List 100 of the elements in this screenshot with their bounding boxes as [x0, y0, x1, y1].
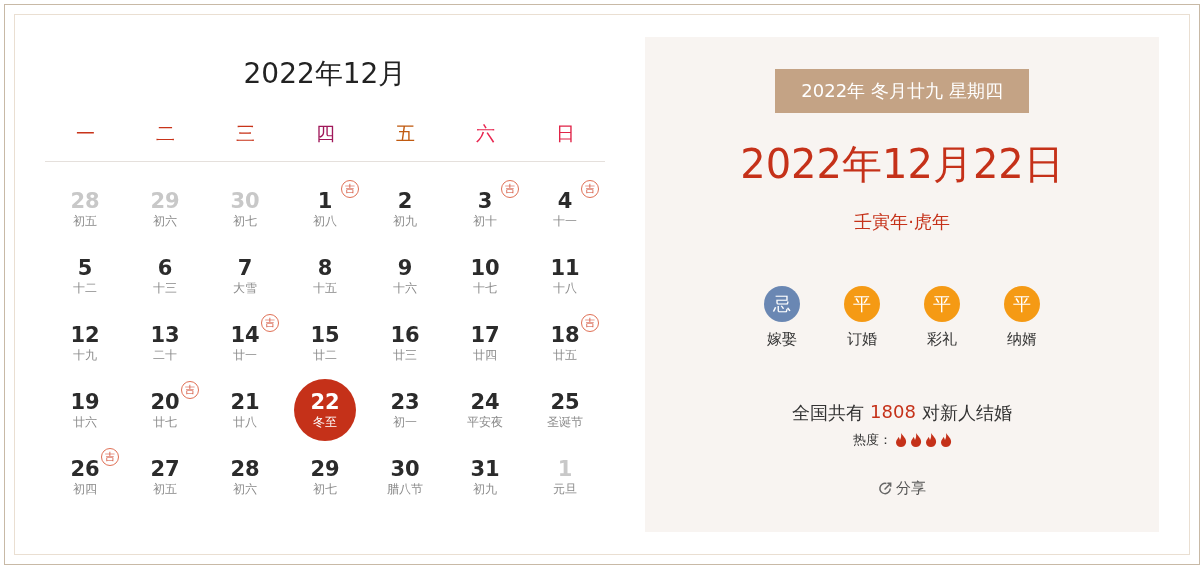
lunar-date: 十三: [153, 280, 177, 296]
ganzhi-year: 壬寅年·虎年: [854, 210, 950, 234]
lunar-date: 廿四: [473, 347, 497, 363]
day-cell[interactable]: 25 圣诞节: [525, 379, 605, 446]
lunar-date: 冬至: [313, 414, 337, 430]
day-number: 14: [230, 323, 260, 347]
day-cell[interactable]: 12 十九: [45, 312, 125, 379]
day-number: 20: [150, 390, 180, 414]
day-cell[interactable]: 15 廿二: [285, 312, 365, 379]
day-number: 12: [70, 323, 100, 347]
day-number: 26: [70, 457, 100, 481]
wedding-count: 1808: [870, 401, 916, 424]
share-button[interactable]: 分享: [878, 479, 926, 498]
day-number: 7: [237, 256, 253, 280]
day-cell[interactable]: 5 十二: [45, 245, 125, 312]
weekday-label: 日: [554, 121, 576, 146]
wedding-text: 全国共有: [792, 401, 865, 425]
day-cell[interactable]: 11 十八: [525, 245, 605, 312]
month-title: 2022年12月: [242, 56, 408, 92]
day-cell[interactable]: 27 初五: [125, 446, 205, 513]
day-number: 27: [150, 457, 180, 481]
day-cell[interactable]: 1 初八 吉: [285, 178, 365, 245]
day-number: 19: [70, 390, 100, 414]
lunar-date: 廿五: [553, 347, 577, 363]
day-number: 21: [230, 390, 260, 414]
day-cell[interactable]: 18 廿五 吉: [525, 312, 605, 379]
flame-icon: [894, 433, 907, 447]
activity-label: 彩礼: [927, 330, 957, 349]
lunar-date: 初六: [233, 481, 257, 497]
day-number: 1: [317, 189, 333, 213]
day-number: 25: [550, 390, 580, 414]
day-cell[interactable]: 20 廿七 吉: [125, 379, 205, 446]
verdict-dot: 平: [1004, 286, 1040, 322]
day-number: 29: [310, 457, 340, 481]
day-cell[interactable]: 3 初十 吉: [445, 178, 525, 245]
lunar-date: 廿一: [233, 347, 257, 363]
wedding-text: 对新人结婚: [921, 401, 1012, 425]
weekday-label: 三: [234, 121, 256, 146]
lunar-date: 廿六: [73, 414, 97, 430]
day-cell[interactable]: 19 廿六: [45, 379, 125, 446]
day-number: 18: [550, 323, 580, 347]
verdict-dot: 平: [844, 286, 880, 322]
day-cell[interactable]: 2 初九: [365, 178, 445, 245]
lunar-date: 初四: [73, 481, 97, 497]
activity-label: 纳婿: [1007, 330, 1037, 349]
day-cell[interactable]: 6 十三: [125, 245, 205, 312]
lunar-date: 圣诞节: [547, 414, 583, 430]
day-number: 13: [150, 323, 180, 347]
lunar-date: 初十: [473, 213, 497, 229]
day-number: 16: [390, 323, 420, 347]
day-cell[interactable]: 29 初七: [285, 446, 365, 513]
selected-date: 2022年12月22日: [740, 140, 1064, 189]
day-cell[interactable]: 28 初六: [205, 446, 285, 513]
weekday-label: 四: [314, 121, 336, 146]
lunar-date: 十二: [73, 280, 97, 296]
lunar-date: 初九: [393, 213, 417, 229]
day-cell[interactable]: 26 初四 吉: [45, 446, 125, 513]
day-cell[interactable]: 31 初九: [445, 446, 525, 513]
lunar-date: 腊八节: [387, 481, 423, 497]
day-cell[interactable]: 14 廿一 吉: [205, 312, 285, 379]
day-cell[interactable]: 7 大雪: [205, 245, 285, 312]
day-cell[interactable]: 13 二十: [125, 312, 205, 379]
lunar-date: 十六: [393, 280, 417, 296]
lunar-date: 大雪: [233, 280, 257, 296]
verdict-dot: 平: [924, 286, 960, 322]
day-number: 22: [310, 390, 340, 414]
day-number: 31: [470, 457, 500, 481]
day-cell[interactable]: 8 十五: [285, 245, 365, 312]
day-number: 2: [397, 189, 413, 213]
day-cell[interactable]: 10 十七: [445, 245, 525, 312]
day-number: 6: [157, 256, 173, 280]
lunar-date: 平安夜: [467, 414, 503, 430]
day-number: 3: [477, 189, 493, 213]
day-cell[interactable]: 21 廿八: [205, 379, 285, 446]
lunar-date: 廿二: [313, 347, 337, 363]
day-cell[interactable]: 4 十一 吉: [525, 178, 605, 245]
activity-label: 订婚: [847, 330, 877, 349]
day-number: 4: [557, 189, 573, 213]
day-number: 5: [77, 256, 93, 280]
day-cell[interactable]: 17 廿四: [445, 312, 525, 379]
day-number: 23: [390, 390, 420, 414]
activity-label: 嫁娶: [767, 330, 797, 349]
day-number: 28: [230, 457, 260, 481]
day-cell[interactable]: 30 腊八节: [365, 446, 445, 513]
day-cell[interactable]: 9 十六: [365, 245, 445, 312]
day-number: 9: [397, 256, 413, 280]
day-cell[interactable]: 16 廿三: [365, 312, 445, 379]
lunar-date: 初九: [473, 481, 497, 497]
lunar-date: 廿八: [233, 414, 257, 430]
day-cell[interactable]: 24 平安夜: [445, 379, 525, 446]
day-cell[interactable]: 23 初一: [365, 379, 445, 446]
lunar-date: 十九: [73, 347, 97, 363]
lunar-date: 初五: [153, 481, 177, 497]
day-number: 11: [550, 256, 580, 280]
lunar-date: 十五: [313, 280, 337, 296]
weekday-label: 五: [394, 121, 416, 146]
weekday-label: 二: [154, 121, 176, 146]
lunar-date: 初六: [153, 213, 177, 229]
lunar-date: 二十: [153, 347, 177, 363]
day-number: 24: [470, 390, 500, 414]
